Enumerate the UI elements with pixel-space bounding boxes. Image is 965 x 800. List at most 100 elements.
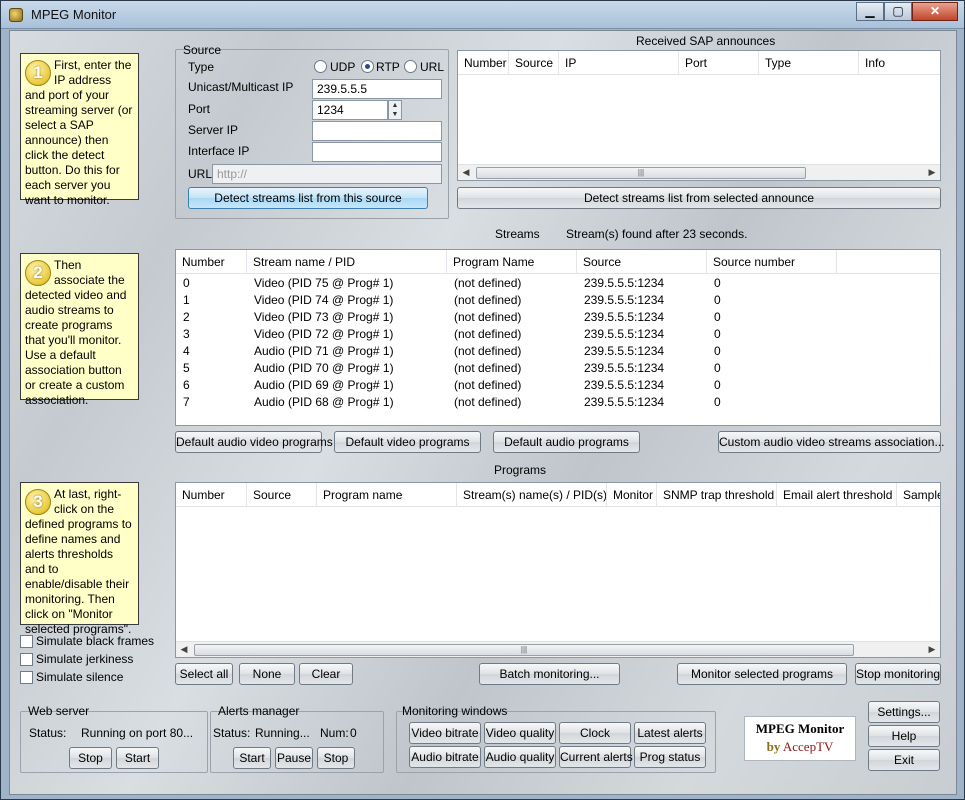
sap-hscrollbar[interactable]: ◀ ||| ▶ xyxy=(458,164,940,180)
scroll-right-icon[interactable]: ▶ xyxy=(924,165,940,180)
stream-name: Audio (PID 70 @ Prog# 1) xyxy=(254,361,394,375)
sap-col-info[interactable]: Info xyxy=(859,51,940,75)
scroll-right-icon[interactable]: ▶ xyxy=(924,642,940,657)
spin-up-icon[interactable]: ▲ xyxy=(389,101,401,110)
sap-col-source[interactable]: Source xyxy=(509,51,559,75)
url-input[interactable]: http:// xyxy=(212,164,442,184)
detect-source-button[interactable]: Detect streams list from this source xyxy=(188,187,428,209)
table-row[interactable]: 2 Video (PID 73 @ Prog# 1) (not defined) 23… xyxy=(176,309,940,326)
stream-source: 239.5.5.5:1234 xyxy=(584,310,665,324)
logo-by: by xyxy=(766,739,781,754)
table-row[interactable]: 7 Audio (PID 68 @ Prog# 1) (not defined) 23… xyxy=(176,394,940,411)
select-none-button[interactable]: None xyxy=(239,663,295,685)
streams-col-source[interactable]: Source xyxy=(577,250,707,274)
spin-down-icon[interactable]: ▼ xyxy=(389,110,401,119)
programs-col-email[interactable]: Email alert threshold xyxy=(777,483,897,507)
close-button[interactable]: ✕ xyxy=(912,2,958,21)
audio-bitrate-button[interactable]: Audio bitrate xyxy=(409,746,481,768)
maximize-button[interactable]: ▢ xyxy=(884,2,912,21)
prog-status-button[interactable]: Prog status xyxy=(634,746,706,768)
alerts-start-button[interactable]: Start xyxy=(233,747,271,769)
monitoring-windows-label: Monitoring windows xyxy=(402,704,508,718)
exit-button[interactable]: Exit xyxy=(868,749,940,771)
simulate-jerkiness-label[interactable]: Simulate jerkiness xyxy=(36,652,133,666)
table-row[interactable]: 0 Video (PID 75 @ Prog# 1) (not defined) 23… xyxy=(176,275,940,292)
select-all-button[interactable]: Select all xyxy=(175,663,233,685)
stream-source-number: 0 xyxy=(714,378,721,392)
web-server-stop-button[interactable]: Stop xyxy=(69,747,112,769)
batch-monitoring-button[interactable]: Batch monitoring... xyxy=(479,663,620,685)
alerts-pause-button[interactable]: Pause xyxy=(275,747,313,769)
sap-list[interactable]: Number Source IP Port Type Info ◀ ||| ▶ xyxy=(457,50,941,181)
alerts-stop-button[interactable]: Stop xyxy=(317,747,355,769)
port-input[interactable]: 1234 xyxy=(312,100,388,120)
scroll-thumb[interactable]: ||| xyxy=(194,644,854,656)
streams-col-program[interactable]: Program Name xyxy=(447,250,577,274)
default-audio-programs-button[interactable]: Default audio programs xyxy=(493,431,640,453)
programs-list[interactable]: Number Source Program name Stream(s) nam… xyxy=(175,482,941,658)
simulate-black-frames-label[interactable]: Simulate black frames xyxy=(36,634,154,648)
help-button[interactable]: Help xyxy=(868,725,940,747)
stream-name: Video (PID 73 @ Prog# 1) xyxy=(254,310,394,324)
programs-col-name[interactable]: Program name xyxy=(317,483,457,507)
table-row[interactable]: 5 Audio (PID 70 @ Prog# 1) (not defined) 23… xyxy=(176,360,940,377)
default-av-programs-button[interactable]: Default audio video programs xyxy=(175,431,333,453)
stop-monitoring-button[interactable]: Stop monitoring xyxy=(855,663,941,685)
programs-col-streams[interactable]: Stream(s) name(s) / PID(s) xyxy=(457,483,607,507)
simulate-silence-checkbox[interactable] xyxy=(20,671,33,684)
video-bitrate-button[interactable]: Video bitrate xyxy=(409,722,481,744)
video-quality-button[interactable]: Video quality xyxy=(484,722,556,744)
rtp-radio[interactable] xyxy=(361,60,374,73)
sap-col-port[interactable]: Port xyxy=(679,51,759,75)
port-spinner[interactable]: ▲ ▼ xyxy=(388,100,402,120)
scroll-left-icon[interactable]: ◀ xyxy=(458,165,474,180)
monitor-selected-button[interactable]: Monitor selected programs xyxy=(677,663,847,685)
programs-col-snmp[interactable]: SNMP trap threshold xyxy=(657,483,777,507)
rtp-label[interactable]: RTP xyxy=(376,60,400,74)
streams-col-name[interactable]: Stream name / PID xyxy=(247,250,447,274)
programs-col-number[interactable]: Number xyxy=(176,483,247,507)
ip-input[interactable]: 239.5.5.5 xyxy=(312,79,442,99)
simulate-black-frames-checkbox[interactable] xyxy=(20,635,33,648)
default-video-programs-button[interactable]: Default video programs xyxy=(334,431,481,453)
custom-association-button[interactable]: Custom audio video streams association..… xyxy=(718,431,944,453)
simulate-silence-label[interactable]: Simulate silence xyxy=(36,670,123,684)
programs-col-sample[interactable]: Sample xyxy=(897,483,940,507)
table-row[interactable]: 6 Audio (PID 69 @ Prog# 1) (not defined) 23… xyxy=(176,377,940,394)
simulate-jerkiness-checkbox[interactable] xyxy=(20,653,33,666)
alerts-status-value: Running... xyxy=(255,726,310,740)
scroll-left-icon[interactable]: ◀ xyxy=(176,642,192,657)
programs-hscrollbar[interactable]: ◀ ||| ▶ xyxy=(176,641,940,657)
table-row[interactable]: 4 Audio (PID 71 @ Prog# 1) (not defined) 23… xyxy=(176,343,940,360)
programs-col-monitor[interactable]: Monitor xyxy=(607,483,657,507)
sap-col-number[interactable]: Number xyxy=(458,51,509,75)
table-row[interactable]: 1 Video (PID 74 @ Prog# 1) (not defined) 23… xyxy=(176,292,940,309)
detect-announce-button[interactable]: Detect streams list from selected announ… xyxy=(457,187,941,209)
streams-col-number[interactable]: Number xyxy=(176,250,247,274)
udp-label[interactable]: UDP xyxy=(330,60,355,74)
interface-ip-input[interactable] xyxy=(312,142,442,162)
udp-radio[interactable] xyxy=(314,60,327,73)
scroll-thumb[interactable]: ||| xyxy=(476,167,806,179)
stream-source: 239.5.5.5:1234 xyxy=(584,344,665,358)
clear-button[interactable]: Clear xyxy=(299,663,353,685)
alerts-num-value: 0 xyxy=(350,726,357,740)
streams-list[interactable]: Number Stream name / PID Program Name So… xyxy=(175,249,941,426)
table-row[interactable]: 3 Video (PID 72 @ Prog# 1) (not defined) 23… xyxy=(176,326,940,343)
clock-button[interactable]: Clock xyxy=(559,722,631,744)
title-bar[interactable]: MPEG Monitor ▁ ▢ ✕ xyxy=(1,1,964,29)
server-ip-input[interactable] xyxy=(312,121,442,141)
current-alerts-button[interactable]: Current alerts xyxy=(559,746,633,768)
url-radio-label[interactable]: URL xyxy=(420,60,444,74)
minimize-button[interactable]: ▁ xyxy=(856,2,884,21)
web-server-start-button[interactable]: Start xyxy=(116,747,159,769)
url-radio[interactable] xyxy=(404,60,417,73)
audio-quality-button[interactable]: Audio quality xyxy=(484,746,556,768)
stream-number: 7 xyxy=(183,395,190,409)
settings-button[interactable]: Settings... xyxy=(868,701,940,723)
streams-col-source-number[interactable]: Source number xyxy=(707,250,837,274)
programs-col-source[interactable]: Source xyxy=(247,483,317,507)
sap-col-type[interactable]: Type xyxy=(759,51,859,75)
latest-alerts-button[interactable]: Latest alerts xyxy=(634,722,706,744)
sap-col-ip[interactable]: IP xyxy=(559,51,679,75)
